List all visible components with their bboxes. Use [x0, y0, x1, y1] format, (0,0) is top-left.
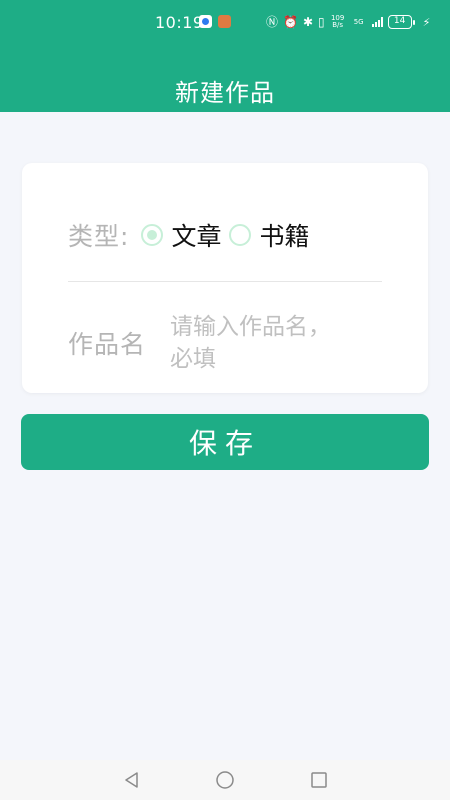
- net-speed-unit: B/s: [332, 21, 344, 29]
- nfc-icon: Ⓝ: [266, 15, 279, 29]
- notification-app-icon: [199, 15, 212, 28]
- vibrate-icon: ▯: [318, 15, 325, 29]
- net-speed: 109 B/s: [330, 15, 346, 29]
- radio-unchecked-icon[interactable]: [229, 224, 252, 246]
- name-label: 作品名: [68, 330, 147, 359]
- form-card: 类型: 文章 书籍 作品名: [22, 163, 428, 393]
- status-icons: Ⓝ ⏰ ✱ ▯ 109 B/s 5G 14 ⚡: [266, 12, 430, 32]
- signal-icon: [371, 17, 383, 27]
- work-name-input[interactable]: [170, 311, 341, 375]
- name-row: 作品名: [68, 308, 341, 378]
- back-icon[interactable]: [122, 770, 142, 790]
- charging-icon: ⚡: [422, 15, 431, 29]
- page-title: 新建作品: [175, 79, 275, 107]
- alarm-icon: ⏰: [283, 15, 298, 29]
- home-icon[interactable]: [215, 770, 235, 790]
- save-button[interactable]: 保存: [21, 414, 429, 470]
- divider: [68, 281, 382, 282]
- recent-apps-icon[interactable]: [309, 770, 329, 790]
- radio-book-label[interactable]: 书籍: [259, 217, 309, 253]
- type-radio-group: 文章 书籍: [141, 217, 317, 253]
- network-type: 5G: [353, 17, 364, 26]
- status-bar: 10:19 Ⓝ ⏰ ✱ ▯ 109 B/s 5G 14 ⚡: [0, 0, 450, 44]
- status-time: 10:19: [155, 13, 204, 32]
- type-row: 类型: 文章 书籍: [68, 215, 317, 255]
- bluetooth-icon: ✱: [302, 15, 314, 29]
- notification-app-icon-2: [218, 15, 231, 28]
- navigation-bar: [0, 760, 450, 800]
- radio-article-label[interactable]: 文章: [171, 217, 221, 253]
- type-label: 类型:: [68, 222, 130, 251]
- radio-checked-icon[interactable]: [141, 224, 164, 246]
- app-header: 10:19 Ⓝ ⏰ ✱ ▯ 109 B/s 5G 14 ⚡ 新建作品: [0, 0, 450, 112]
- radio-book[interactable]: 书籍: [229, 217, 309, 253]
- battery-icon: 14: [387, 15, 415, 29]
- battery-level: 14: [387, 15, 412, 29]
- radio-article[interactable]: 文章: [141, 217, 221, 253]
